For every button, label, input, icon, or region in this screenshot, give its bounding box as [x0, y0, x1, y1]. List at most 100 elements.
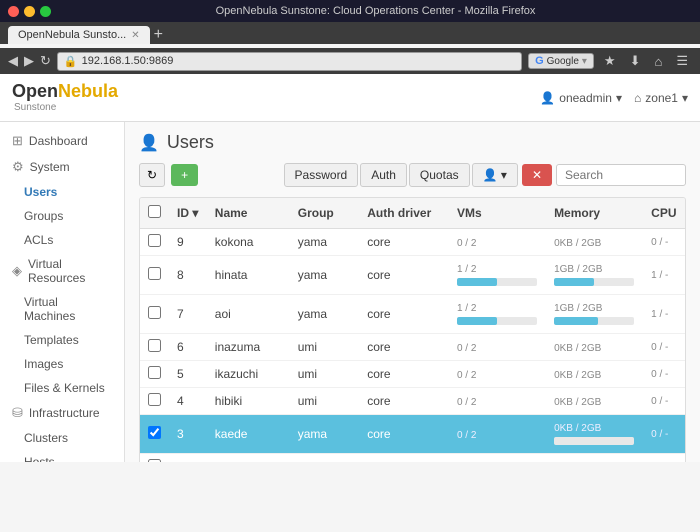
- minimize-button[interactable]: [24, 6, 35, 17]
- password-button[interactable]: Password: [284, 163, 359, 187]
- back-button[interactable]: ◀: [8, 53, 18, 69]
- tab-close-icon[interactable]: ✕: [131, 30, 139, 41]
- add-user-button[interactable]: +: [171, 164, 198, 186]
- maximize-button[interactable]: [40, 6, 51, 17]
- sidebar-item-clusters[interactable]: Clusters: [0, 426, 124, 450]
- virtual-resources-icon: ◈: [12, 263, 22, 279]
- cell-memory: 0KB / 2GB: [546, 334, 643, 361]
- cell-group: umi: [290, 334, 360, 361]
- cell-id: 4: [169, 388, 207, 415]
- cell-auth: core: [359, 256, 449, 295]
- search-engine[interactable]: G Google ▾: [528, 53, 594, 69]
- action-group: Password Auth Quotas 👤 ▾: [284, 163, 518, 187]
- row-checkbox[interactable]: [148, 459, 161, 462]
- sidebar-item-images[interactable]: Images: [0, 352, 124, 376]
- table-row[interactable]: 5 ikazuchi umi core 0 / 2 0KB / 2GB 0 / …: [140, 361, 685, 388]
- quotas-button[interactable]: Quotas: [409, 163, 470, 187]
- row-checkbox[interactable]: [148, 306, 161, 319]
- cell-memory: 0KB / 2GB: [546, 229, 643, 256]
- main-content: 👤 Users ↻ + Password Auth Quotas 👤 ▾ ✕: [125, 122, 700, 462]
- refresh-button[interactable]: ↻: [139, 163, 165, 187]
- cell-group: yama: [290, 256, 360, 295]
- col-group[interactable]: Group: [290, 198, 360, 229]
- cell-group: yama: [290, 229, 360, 256]
- row-checkbox[interactable]: [148, 366, 161, 379]
- col-vms[interactable]: VMs: [449, 198, 546, 229]
- app-topnav: OpenNebula Sunstone 👤 oneadmin ▾ ⌂ zone1…: [0, 74, 700, 122]
- user-action-dropdown[interactable]: 👤 ▾: [472, 163, 518, 187]
- cell-group: yama: [290, 295, 360, 334]
- cell-vms: 0 / 2: [449, 415, 546, 454]
- cell-cpu: 0 / -: [643, 361, 685, 388]
- row-checkbox[interactable]: [148, 426, 161, 439]
- col-memory[interactable]: Memory: [546, 198, 643, 229]
- address-bar[interactable]: 🔒 192.168.1.50:9869: [57, 52, 522, 71]
- search-input[interactable]: [556, 164, 686, 186]
- select-all-checkbox[interactable]: [148, 205, 161, 218]
- new-tab-button[interactable]: +: [154, 27, 163, 43]
- cell-cpu: 0 / -: [643, 454, 685, 463]
- sidebar-item-infrastructure[interactable]: ⛁ Infrastructure: [0, 400, 124, 426]
- page-header: 👤 Users: [139, 132, 686, 153]
- sidebar-item-templates[interactable]: Templates: [0, 328, 124, 352]
- sidebar-item-acls[interactable]: ACLs: [0, 228, 124, 252]
- menu-icon[interactable]: ☰: [672, 51, 692, 71]
- col-cpu[interactable]: CPU: [643, 198, 685, 229]
- sidebar-label-files: Files & Kernels: [24, 381, 105, 395]
- cell-vms: 1 / 2: [449, 256, 546, 295]
- sidebar-label-clusters: Clusters: [24, 431, 68, 445]
- row-checkbox[interactable]: [148, 339, 161, 352]
- sidebar-item-hosts[interactable]: Hosts: [0, 450, 124, 462]
- sidebar-label-users: Users: [24, 185, 57, 199]
- sidebar-item-dashboard[interactable]: ⊞ Dashboard: [0, 128, 124, 154]
- sidebar-item-system[interactable]: ⚙ System: [0, 154, 124, 180]
- col-name[interactable]: Name: [207, 198, 290, 229]
- cell-memory: 0KB / 2GB: [546, 454, 643, 463]
- row-checkbox[interactable]: [148, 267, 161, 280]
- table-row[interactable]: 6 inazuma umi core 0 / 2 0KB / 2GB 0 / -: [140, 334, 685, 361]
- col-id[interactable]: ID ▾: [169, 198, 207, 229]
- cell-id: 7: [169, 295, 207, 334]
- cell-auth: core: [359, 295, 449, 334]
- table-row[interactable]: 2 akatsuki umi core 0 / 2 0KB / 2GB 0 / …: [140, 454, 685, 463]
- row-checkbox[interactable]: [148, 393, 161, 406]
- cell-name: hibiki: [207, 388, 290, 415]
- sidebar-item-files[interactable]: Files & Kernels: [0, 376, 124, 400]
- active-tab[interactable]: OpenNebula Sunsto... ✕: [8, 26, 150, 44]
- cell-auth: core: [359, 454, 449, 463]
- download-icon[interactable]: ⬇: [626, 51, 645, 71]
- table-row[interactable]: 4 hibiki umi core 0 / 2 0KB / 2GB 0 / -: [140, 388, 685, 415]
- cell-id: 6: [169, 334, 207, 361]
- sidebar-item-users[interactable]: Users: [0, 180, 124, 204]
- table-row[interactable]: 9 kokona yama core 0 / 2 0KB / 2GB 0 / -: [140, 229, 685, 256]
- topnav-right: 👤 oneadmin ▾ ⌂ zone1 ▾: [540, 91, 688, 105]
- sidebar-item-virtual-resources[interactable]: ◈ Virtual Resources: [0, 252, 124, 290]
- user-menu[interactable]: 👤 oneadmin ▾: [540, 91, 622, 105]
- reload-button[interactable]: ↻: [40, 53, 51, 69]
- cell-group: yama: [290, 415, 360, 454]
- cell-vms: 0 / 2: [449, 361, 546, 388]
- row-checkbox[interactable]: [148, 234, 161, 247]
- sidebar-item-groups[interactable]: Groups: [0, 204, 124, 228]
- cell-auth: core: [359, 415, 449, 454]
- close-button[interactable]: [8, 6, 19, 17]
- forward-button[interactable]: ▶: [24, 53, 34, 69]
- delete-button[interactable]: ✕: [522, 164, 552, 186]
- table-row[interactable]: 8 hinata yama core 1 / 2 1GB / 2GB 1 / -: [140, 256, 685, 295]
- zone-menu[interactable]: ⌂ zone1 ▾: [634, 91, 688, 105]
- cell-memory: 0KB / 2GB: [546, 361, 643, 388]
- zone-dropdown-icon: ▾: [682, 91, 688, 105]
- home-icon[interactable]: ⌂: [650, 52, 666, 71]
- system-icon: ⚙: [12, 159, 24, 175]
- cell-name: aoi: [207, 295, 290, 334]
- bookmarks-icon[interactable]: ★: [600, 51, 620, 71]
- table-row[interactable]: 3 kaede yama core 0 / 2 0KB / 2GB 0 / -: [140, 415, 685, 454]
- username: oneadmin: [559, 91, 612, 105]
- col-auth[interactable]: Auth driver: [359, 198, 449, 229]
- sidebar-item-vms[interactable]: Virtual Machines: [0, 290, 124, 328]
- cell-name: hinata: [207, 256, 290, 295]
- auth-button[interactable]: Auth: [360, 163, 407, 187]
- cell-id: 3: [169, 415, 207, 454]
- sidebar-label-hosts: Hosts: [24, 455, 55, 462]
- table-row[interactable]: 7 aoi yama core 1 / 2 1GB / 2GB 1 / -: [140, 295, 685, 334]
